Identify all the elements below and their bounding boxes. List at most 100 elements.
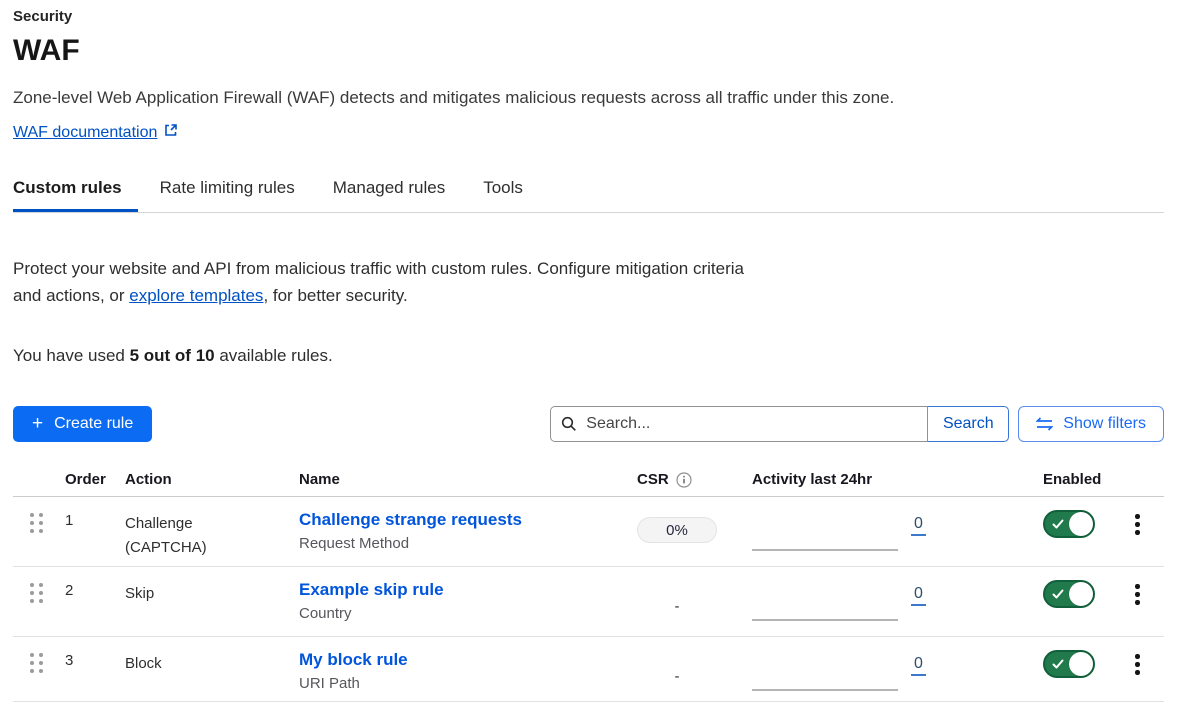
rule-menu-cell: [1130, 510, 1164, 566]
toggle-knob: [1069, 582, 1093, 606]
rule-field-label: URI Path: [299, 675, 637, 692]
header-menu-spacer: [1130, 471, 1164, 488]
rule-menu-cell: [1130, 580, 1164, 636]
rule-order: 1: [65, 510, 125, 566]
rule-name-link[interactable]: Example skip rule: [299, 580, 444, 599]
rule-name-link[interactable]: Challenge strange requests: [299, 510, 522, 529]
rule-order: 2: [65, 580, 125, 636]
kebab-menu-icon[interactable]: [1133, 512, 1147, 537]
doc-link-row: WAF documentation: [13, 123, 1164, 143]
info-circle-icon[interactable]: [676, 472, 692, 488]
rule-action-line2: (CAPTCHA): [125, 536, 299, 560]
rule-csr-cell: -: [637, 580, 752, 636]
tab-custom-rules[interactable]: Custom rules: [13, 178, 138, 212]
toggle-knob: [1069, 652, 1093, 676]
activity-count-link[interactable]: 0: [911, 585, 926, 606]
page-description: Zone-level Web Application Firewall (WAF…: [13, 87, 1164, 109]
drag-handle-icon[interactable]: [30, 653, 43, 673]
waf-documentation-link[interactable]: WAF documentation: [13, 123, 178, 142]
search-input[interactable]: [550, 406, 928, 442]
checkmark-icon: [1052, 588, 1064, 600]
rule-order: 3: [65, 650, 125, 701]
row-handle-cell: [13, 650, 65, 701]
waf-tab-bar: Custom rules Rate limiting rules Managed…: [13, 178, 1164, 213]
external-link-icon: [164, 123, 178, 142]
plus-icon: +: [32, 414, 43, 433]
activity-count-link[interactable]: 0: [911, 655, 926, 676]
rule-name-link[interactable]: My block rule: [299, 650, 408, 669]
activity-sparkline: [752, 619, 898, 621]
activity-count-link[interactable]: 0: [911, 515, 926, 536]
create-rule-button[interactable]: + Create rule: [13, 406, 152, 442]
intro-text-after: , for better security.: [263, 286, 407, 305]
rule-menu-cell: [1130, 650, 1164, 701]
rule-action-line1: Challenge: [125, 512, 299, 536]
rule-activity-cell: 0: [752, 580, 1043, 636]
header-handle-spacer: [13, 471, 65, 488]
enabled-toggle[interactable]: [1043, 510, 1095, 538]
explore-templates-link[interactable]: explore templates: [129, 286, 263, 305]
usage-count: 5 out of 10: [130, 346, 215, 365]
usage-summary: You have used 5 out of 10 available rule…: [13, 346, 1164, 366]
usage-suffix: available rules.: [215, 346, 333, 365]
csr-badge: 0%: [637, 517, 717, 543]
table-row: 1 Challenge (CAPTCHA) Challenge strange …: [13, 497, 1164, 567]
table-header-row: Order Action Name CSR Activity last 24hr…: [13, 471, 1164, 497]
search-box: [550, 406, 928, 442]
csr-empty-value: -: [637, 598, 717, 615]
table-row: 2 Skip Example skip rule Country - 0: [13, 567, 1164, 637]
header-name: Name: [299, 471, 637, 488]
search-button[interactable]: Search: [927, 406, 1009, 442]
enabled-toggle[interactable]: [1043, 580, 1095, 608]
toggle-knob: [1069, 512, 1093, 536]
tab-managed-rules[interactable]: Managed rules: [333, 178, 445, 212]
header-activity: Activity last 24hr: [752, 471, 1043, 488]
rule-name-cell: Example skip rule Country: [299, 580, 637, 636]
csr-empty-value: -: [637, 668, 717, 685]
header-action: Action: [125, 471, 299, 488]
header-order: Order: [65, 471, 125, 488]
intro-paragraph: Protect your website and API from malici…: [13, 255, 758, 309]
kebab-menu-icon[interactable]: [1133, 652, 1147, 677]
header-csr: CSR: [637, 471, 752, 488]
search-icon: [561, 416, 577, 432]
doc-link-label: WAF documentation: [13, 124, 157, 142]
page-title: WAF: [13, 34, 1164, 68]
rule-enabled-cell: [1043, 650, 1130, 701]
swap-arrows-icon: [1036, 417, 1053, 431]
rule-enabled-cell: [1043, 510, 1130, 566]
kebab-menu-icon[interactable]: [1133, 582, 1147, 607]
drag-handle-icon[interactable]: [30, 513, 43, 533]
toolbar-right-group: Search Show filters: [550, 406, 1164, 442]
header-csr-label: CSR: [637, 471, 669, 488]
checkmark-icon: [1052, 518, 1064, 530]
custom-rules-table: Order Action Name CSR Activity last 24hr…: [13, 471, 1164, 702]
tab-rate-limiting-rules[interactable]: Rate limiting rules: [160, 178, 295, 212]
rule-action: Skip: [125, 580, 299, 636]
usage-prefix: You have used: [13, 346, 130, 365]
checkmark-icon: [1052, 658, 1064, 670]
tab-tools[interactable]: Tools: [483, 178, 523, 212]
rule-csr-cell: -: [637, 650, 752, 701]
row-handle-cell: [13, 580, 65, 636]
show-filters-button[interactable]: Show filters: [1018, 406, 1164, 442]
create-rule-label: Create rule: [54, 415, 133, 433]
activity-sparkline: [752, 689, 898, 691]
rule-activity-cell: 0: [752, 650, 1043, 701]
drag-handle-icon[interactable]: [30, 583, 43, 603]
rule-name-cell: Challenge strange requests Request Metho…: [299, 510, 637, 566]
rule-csr-cell: 0%: [637, 510, 752, 566]
rule-action: Challenge (CAPTCHA): [125, 510, 299, 566]
rule-action-line1: Skip: [125, 582, 299, 606]
rule-field-label: Request Method: [299, 535, 637, 552]
enabled-toggle[interactable]: [1043, 650, 1095, 678]
header-enabled: Enabled: [1043, 471, 1130, 488]
activity-sparkline: [752, 549, 898, 551]
rule-action: Block: [125, 650, 299, 701]
row-handle-cell: [13, 510, 65, 566]
show-filters-label: Show filters: [1063, 415, 1146, 433]
waf-page: Security WAF Zone-level Web Application …: [0, 0, 1177, 702]
rule-name-cell: My block rule URI Path: [299, 650, 637, 701]
table-row: 3 Block My block rule URI Path - 0: [13, 637, 1164, 702]
rule-enabled-cell: [1043, 580, 1130, 636]
